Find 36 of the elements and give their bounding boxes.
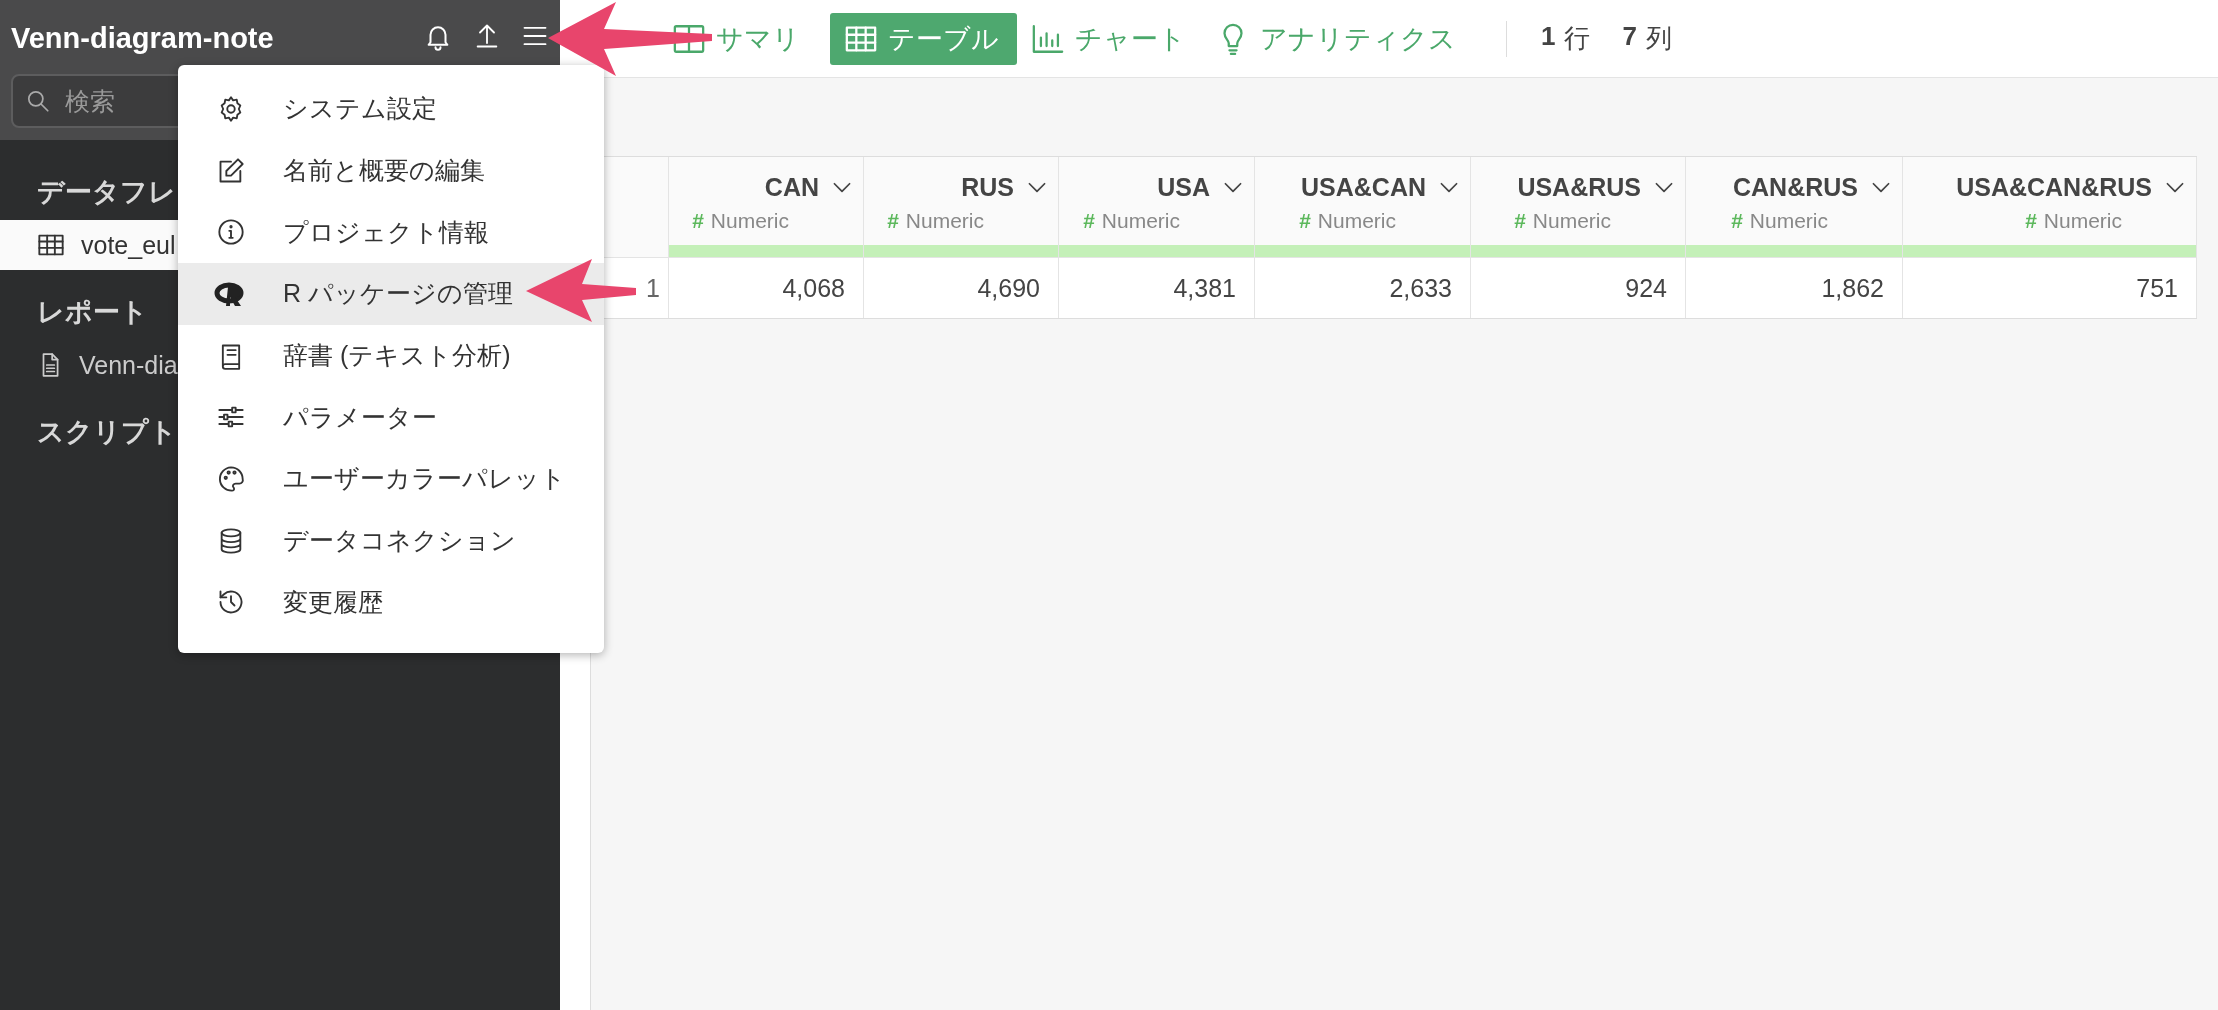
table-cell: 1,862 — [1686, 257, 1903, 318]
numeric-type-icon: # — [1083, 209, 1095, 233]
table-cell: 4,381 — [1059, 257, 1255, 318]
numeric-type-icon: # — [1731, 209, 1743, 233]
column-name: USA — [1157, 172, 1210, 202]
table-cell: 751 — [1903, 257, 2197, 318]
numeric-type-icon: # — [2025, 209, 2037, 233]
numeric-type-icon: # — [1299, 209, 1311, 233]
column-name: RUS — [961, 172, 1014, 202]
row-count-number: 1 — [1541, 21, 1556, 53]
column-type: Numeric — [1532, 209, 1611, 233]
column-name: USA&RUS — [1517, 172, 1641, 202]
column-type: Numeric — [1749, 209, 1828, 233]
project-title: Venn-diagram-note — [11, 21, 275, 55]
column-type: Numeric — [1101, 209, 1180, 233]
table-cell: 2,633 — [1255, 257, 1471, 318]
table-cell: 924 — [1471, 257, 1686, 318]
numeric-type-icon: # — [887, 209, 899, 233]
section-heading: データフレ — [37, 177, 176, 207]
column-name: CAN&RUS — [1733, 172, 1858, 202]
column-name: USA&CAN — [1301, 172, 1426, 202]
numeric-type-icon: # — [692, 209, 704, 233]
table-cell: 4,068 — [669, 257, 864, 318]
table-cell: 4,690 — [864, 257, 1059, 318]
numeric-type-icon: # — [1514, 209, 1526, 233]
column-count-number: 7 — [1622, 21, 1637, 53]
column-type: Numeric — [2043, 209, 2122, 233]
row-count-unit: 行 — [1564, 22, 1591, 55]
column-type: Numeric — [710, 209, 789, 233]
section-heading: レポート — [37, 297, 148, 327]
column-name: CAN — [764, 172, 819, 202]
column-type: Numeric — [1317, 209, 1396, 233]
section-heading: スクリプト — [37, 417, 177, 447]
column-count-unit: 列 — [1645, 22, 1672, 55]
column-type: Numeric — [905, 209, 984, 233]
column-name: USA&CAN&RUS — [1956, 172, 2152, 202]
